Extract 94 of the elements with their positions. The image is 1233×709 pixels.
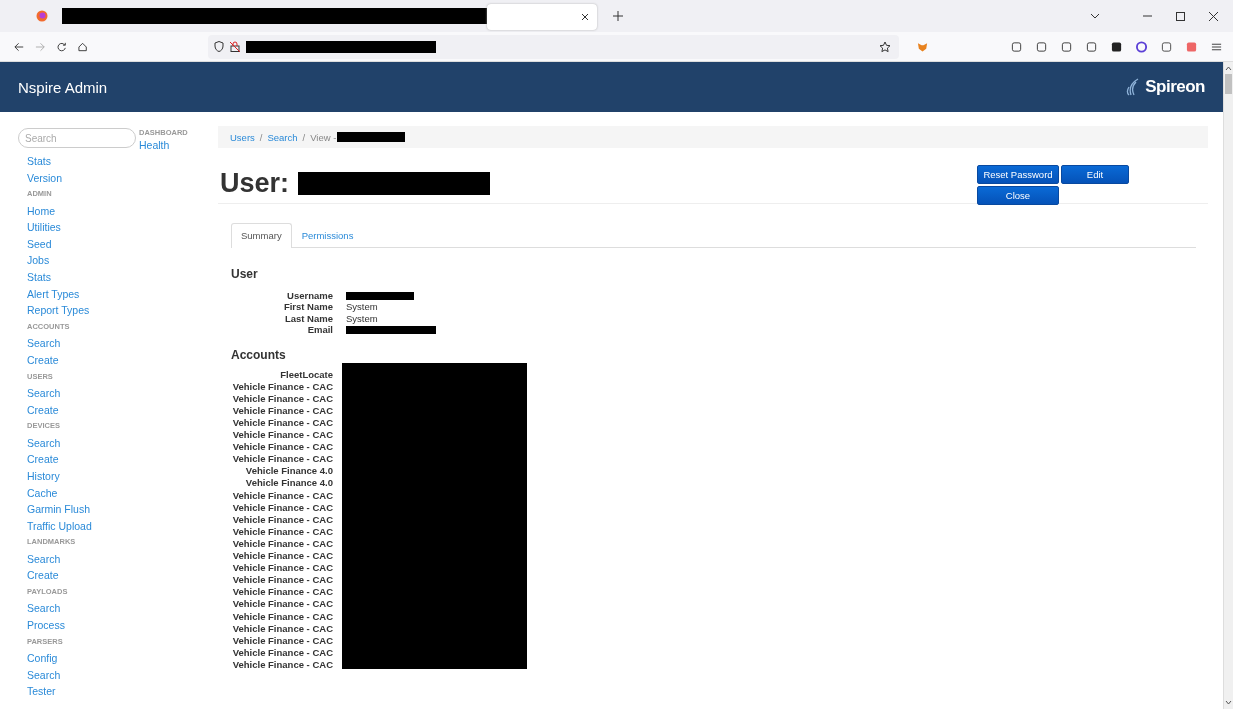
nav-link[interactable]: Traffic Upload xyxy=(27,517,210,535)
nav-link[interactable]: Health xyxy=(139,138,188,153)
account-name: Vehicle Finance - CAC xyxy=(231,562,333,575)
account-name: Vehicle Finance 4.0 xyxy=(244,477,333,490)
account-name: Vehicle Finance - CAC xyxy=(231,622,333,635)
account-name: Vehicle Finance - CAC xyxy=(231,513,333,526)
scrollbar-thumb[interactable] xyxy=(1225,74,1232,94)
search-field[interactable]: Search xyxy=(18,128,136,148)
section-heading: Accounts xyxy=(231,347,287,362)
shield-icon[interactable] xyxy=(213,41,224,52)
lock-icon[interactable] xyxy=(229,41,240,52)
nav-link[interactable]: Tester xyxy=(27,683,210,700)
action-button[interactable]: Edit xyxy=(1061,165,1129,184)
nav-link[interactable]: Search xyxy=(27,600,210,618)
nav-link[interactable]: Report Types xyxy=(27,302,210,319)
action-button[interactable]: Reset Password xyxy=(977,165,1059,184)
nav-link[interactable]: Cache xyxy=(27,484,210,502)
nav-link[interactable]: Search xyxy=(27,335,210,352)
breadcrumb-current: View - xyxy=(310,131,337,143)
account-name: Vehicle Finance - CAC xyxy=(231,550,333,563)
plus-icon[interactable] xyxy=(613,11,623,21)
account-name: Vehicle Finance - CAC xyxy=(231,417,333,430)
nav-link[interactable]: Version xyxy=(27,169,210,187)
nav-link[interactable]: Seed xyxy=(27,235,210,253)
field-value: System xyxy=(346,312,378,325)
back-icon[interactable] xyxy=(14,41,25,52)
nav-link[interactable]: Jobs xyxy=(27,252,210,270)
nav-link[interactable]: Alert Types xyxy=(27,285,210,303)
home-icon[interactable] xyxy=(78,41,88,52)
account-name: Vehicle Finance - CAC xyxy=(231,598,333,611)
account-name: Vehicle Finance - CAC xyxy=(231,429,333,442)
nav-link[interactable]: Stats xyxy=(27,153,210,170)
account-name: FleetLocate xyxy=(279,368,333,381)
reload-icon[interactable] xyxy=(57,41,67,52)
scroll-down-icon[interactable] xyxy=(1225,700,1232,706)
field-label: Email xyxy=(306,324,333,336)
nav-link[interactable]: Utilities xyxy=(27,219,210,236)
action-button[interactable]: Close xyxy=(977,186,1059,205)
field-label: First Name xyxy=(282,301,333,313)
field-value: System xyxy=(346,301,378,313)
maximize-icon[interactable] xyxy=(1176,11,1185,21)
breadcrumb-link[interactable]: Search xyxy=(267,131,298,143)
account-name: Vehicle Finance - CAC xyxy=(231,489,333,502)
field-label: Username xyxy=(286,290,333,302)
scroll-up-icon[interactable] xyxy=(1225,65,1232,71)
nav-link[interactable]: Search xyxy=(27,434,210,452)
account-name: Vehicle Finance - CAC xyxy=(231,646,333,659)
section-heading: User xyxy=(231,267,259,281)
account-name: Vehicle Finance - CAC xyxy=(231,658,333,671)
redaction-block xyxy=(337,132,406,142)
account-name: Vehicle Finance - CAC xyxy=(231,574,333,587)
nav-link[interactable]: Create xyxy=(27,401,210,419)
nav-link[interactable]: Stats xyxy=(27,269,210,286)
account-name: Vehicle Finance - CAC xyxy=(231,404,333,417)
nav-link[interactable]: Garmin Flush xyxy=(27,501,210,518)
account-name: Vehicle Finance - CAC xyxy=(231,634,333,647)
breadcrumb-link[interactable]: Users xyxy=(230,131,255,143)
nav-link[interactable]: Create xyxy=(27,567,210,584)
app-title[interactable]: Nspire Admin xyxy=(18,78,108,96)
account-name: Vehicle Finance - CAC xyxy=(231,453,333,466)
account-name: Vehicle Finance 4.0 xyxy=(244,465,333,478)
extension-icon[interactable] xyxy=(1135,40,1147,53)
nav-link[interactable]: History xyxy=(27,467,210,485)
address-bar[interactable] xyxy=(207,34,900,59)
star-icon[interactable] xyxy=(879,40,892,53)
account-name: Vehicle Finance - CAC xyxy=(231,501,333,514)
nav-link[interactable]: Search xyxy=(27,550,210,568)
breadcrumb-separator: / xyxy=(259,131,263,143)
close-icon[interactable] xyxy=(581,13,589,21)
tab[interactable]: Permissions xyxy=(291,223,364,247)
page-title: User: xyxy=(220,168,290,198)
nav-link[interactable]: Search xyxy=(27,666,210,684)
scrollbar[interactable] xyxy=(1223,62,1233,709)
account-name: Vehicle Finance - CAC xyxy=(231,380,333,393)
close-icon[interactable] xyxy=(1209,11,1218,21)
nav-link[interactable]: Process xyxy=(27,617,210,634)
account-name: Vehicle Finance - CAC xyxy=(231,537,333,551)
logo-text: Spireon xyxy=(1145,77,1205,97)
account-name: Vehicle Finance - CAC xyxy=(231,392,333,405)
account-name: Vehicle Finance - CAC xyxy=(231,525,333,538)
extension-icon[interactable] xyxy=(1110,40,1122,53)
tab[interactable]: Summary xyxy=(231,223,292,248)
nav-link[interactable]: Create xyxy=(27,351,210,369)
account-name: Vehicle Finance - CAC xyxy=(231,586,333,599)
chevron-down-icon[interactable] xyxy=(1090,13,1100,19)
breadcrumb-separator: / xyxy=(302,131,306,143)
account-name: Vehicle Finance - CAC xyxy=(231,610,333,623)
account-name: Vehicle Finance - CAC xyxy=(231,441,333,454)
nav-link[interactable]: Create xyxy=(27,451,210,468)
nav-link[interactable]: Search xyxy=(27,385,210,402)
field-label: Last Name xyxy=(283,312,333,325)
nav-link[interactable]: Home xyxy=(27,202,210,220)
nav-link[interactable]: Config xyxy=(27,650,210,667)
browser-logo-icon xyxy=(36,10,48,22)
